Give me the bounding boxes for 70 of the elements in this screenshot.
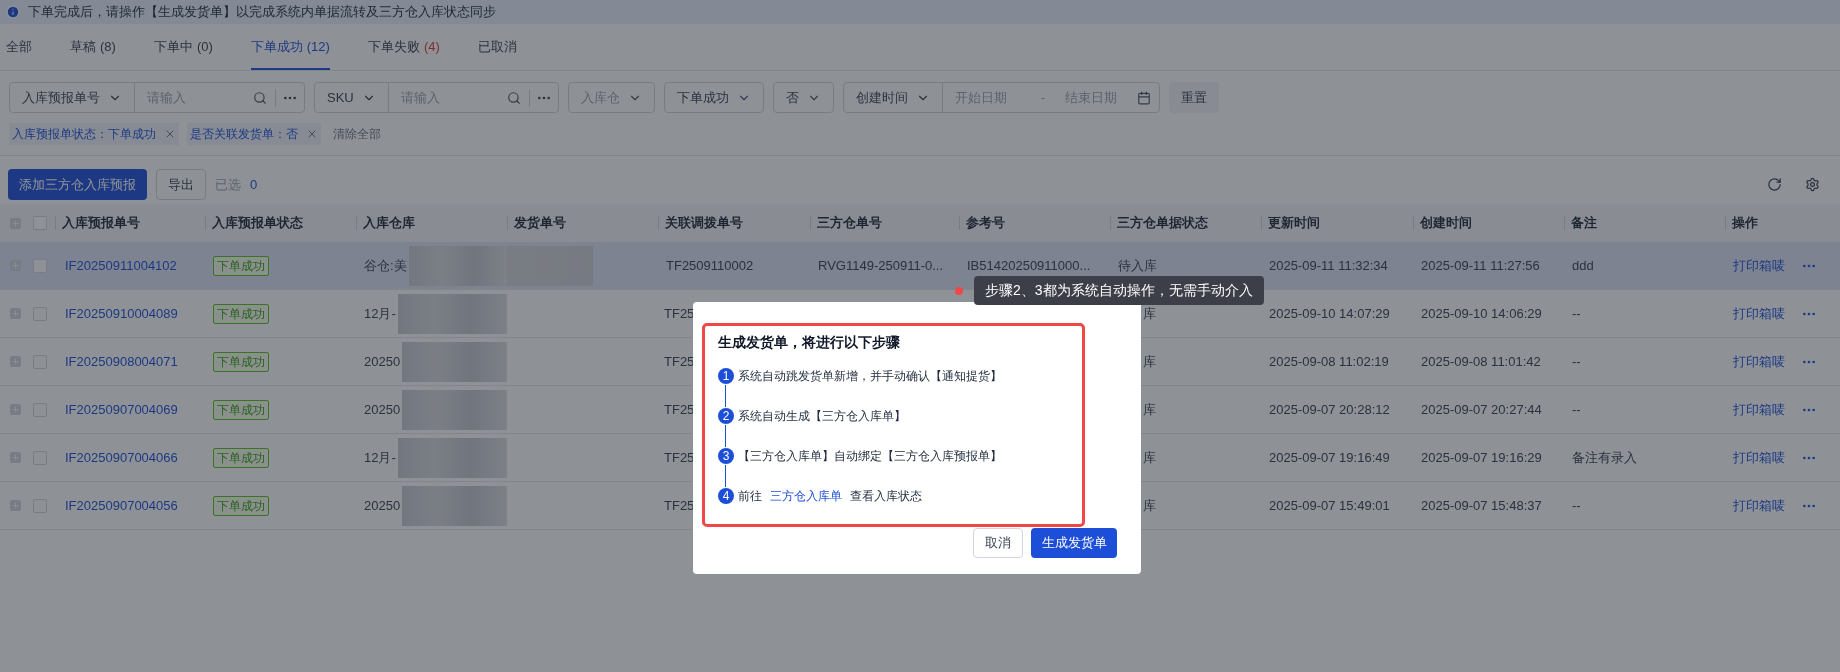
table-cell-text: 库 bbox=[1143, 352, 1156, 371]
status-tag: 下单成功 bbox=[213, 255, 269, 276]
column-header: 三方仓单号 bbox=[816, 214, 882, 233]
step-text: 前往 bbox=[738, 488, 762, 505]
table-cell-text: 12月- bbox=[364, 448, 397, 467]
step-text: 系统自动生成【三方仓入库单】 bbox=[738, 408, 906, 425]
column-header: 关联调拨单号 bbox=[664, 214, 743, 233]
table-cell-text: 库 bbox=[1143, 448, 1156, 467]
table-cell-text: ddd bbox=[1572, 256, 1594, 275]
step-text: 系统自动跳发货单新增，并手动确认【通知提货】 bbox=[738, 368, 1002, 385]
column-header: 入库预报单状态 bbox=[211, 214, 303, 233]
table-cell-text: 2025-09-07 15:48:37 bbox=[1421, 496, 1542, 515]
column-header: 备注 bbox=[1570, 214, 1597, 233]
table-cell-text: 2025-09-07 15:49:01 bbox=[1269, 496, 1390, 515]
table-cell-text: TF25 bbox=[664, 496, 695, 515]
table-cell-text: 备注有录入 bbox=[1572, 448, 1637, 467]
step-text: 【三方仓入库单】自动绑定【三方仓入库预报单】 bbox=[738, 448, 1002, 465]
table-cell-text: 2025-09-11 11:32:34 bbox=[1269, 256, 1388, 275]
table-cell-text: TF2509110002 bbox=[666, 256, 754, 275]
table-cell-text: 2025-09-07 19:16:29 bbox=[1421, 448, 1542, 467]
column-header: 入库仓库 bbox=[362, 214, 415, 233]
step-number: 1 bbox=[718, 368, 734, 384]
table-cell-text: 20250 bbox=[364, 400, 402, 419]
table-cell-text: TF25 bbox=[664, 304, 695, 323]
table-cell-text: IB51420250911000... bbox=[967, 256, 1091, 275]
table-cell-text: 2025-09-07 20:27:44 bbox=[1421, 400, 1542, 419]
selected-count: 0 bbox=[250, 175, 258, 194]
status-tag: 下单成功 bbox=[213, 303, 269, 324]
column-header: 操作 bbox=[1731, 214, 1758, 233]
step-number: 4 bbox=[718, 488, 734, 504]
table-cell-text: TF25 bbox=[664, 400, 695, 419]
table-cell-text: 2025-09-10 14:06:29 bbox=[1421, 304, 1542, 323]
notice-text: 下单完成后，请操作【生成发货单】以完成系统内单据流转及三方仓入库状态同步 bbox=[28, 3, 496, 22]
table-cell-text: -- bbox=[1572, 400, 1581, 419]
table-cell-text: 12月- bbox=[364, 304, 397, 323]
table-cell-text: 库 bbox=[1143, 304, 1156, 323]
table-cell-text: 2025-09-08 11:02:19 bbox=[1269, 352, 1389, 371]
tooltip: 步骤2、3都为系统自动操作，无需手动介入 bbox=[974, 276, 1264, 305]
table-cell-text: 库 bbox=[1143, 496, 1156, 515]
table-cell-text: -- bbox=[1572, 496, 1581, 515]
table-cell-text: TF25 bbox=[664, 448, 695, 467]
table-cell-text: TF25 bbox=[664, 352, 695, 371]
status-tag: 下单成功 bbox=[213, 351, 269, 372]
table-cell-text: -- bbox=[1572, 352, 1581, 371]
status-tag: 下单成功 bbox=[213, 495, 269, 516]
table-cell-text: 2025-09-11 11:27:56 bbox=[1421, 256, 1540, 275]
table-cell-text: 库 bbox=[1143, 400, 1156, 419]
range-separator: - bbox=[1039, 88, 1047, 107]
column-header: 入库预报单号 bbox=[61, 214, 140, 233]
status-tag: 下单成功 bbox=[213, 447, 269, 468]
column-header: 创建时间 bbox=[1419, 214, 1472, 233]
column-header: 参考号 bbox=[965, 214, 1005, 233]
step-text: 查看入库状态 bbox=[850, 488, 922, 505]
table-cell-text: 2025-09-08 11:01:42 bbox=[1421, 352, 1541, 371]
table-cell-text: 待入库 bbox=[1118, 256, 1157, 275]
step-number: 2 bbox=[718, 408, 734, 424]
table-cell-text: 20250 bbox=[364, 352, 402, 371]
table-cell-text: 2025-09-10 14:07:29 bbox=[1269, 304, 1390, 323]
column-header: 三方仓单据状态 bbox=[1116, 214, 1208, 233]
table-cell-text: RVG1149-250911-0... bbox=[818, 256, 944, 275]
column-header: 发货单号 bbox=[513, 214, 566, 233]
status-tag: 下单成功 bbox=[213, 399, 269, 420]
dialog-title: 生成发货单，将进行以下步骤 bbox=[718, 333, 901, 352]
table-cell-text: 2025-09-07 19:16:49 bbox=[1269, 448, 1390, 467]
table-cell-text: -- bbox=[1572, 304, 1581, 323]
table-cell-text: 谷仓:美 bbox=[364, 256, 408, 275]
step-number: 3 bbox=[718, 448, 734, 464]
column-header: 更新时间 bbox=[1267, 214, 1320, 233]
table-cell-text: 20250 bbox=[364, 496, 402, 515]
table-cell-text: 2025-09-07 20:28:12 bbox=[1269, 400, 1390, 419]
